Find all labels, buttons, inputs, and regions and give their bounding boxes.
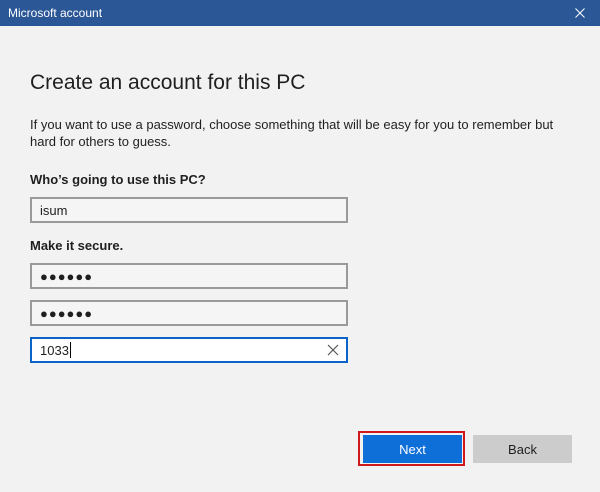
- username-field[interactable]: isum: [30, 197, 348, 223]
- text-caret: [69, 342, 71, 358]
- password-hint-value: 1033: [40, 342, 69, 358]
- microsoft-account-dialog: Microsoft account Create an account for …: [0, 0, 600, 492]
- username-value: isum: [40, 202, 68, 218]
- secure-label: Make it secure.: [30, 238, 124, 253]
- confirm-password-value: ●●●●●●: [40, 305, 94, 321]
- next-button[interactable]: Next: [363, 435, 462, 463]
- password-hint-field[interactable]: 1033: [30, 337, 348, 363]
- who-label: Who’s going to use this PC?: [30, 172, 206, 187]
- title-bar: Microsoft account: [0, 0, 600, 26]
- clear-icon[interactable]: [326, 343, 340, 357]
- back-button[interactable]: Back: [473, 435, 572, 463]
- page-title: Create an account for this PC: [30, 71, 306, 94]
- window-title: Microsoft account: [8, 6, 103, 20]
- close-button[interactable]: [560, 0, 600, 26]
- close-icon: [575, 8, 585, 18]
- confirm-password-field[interactable]: ●●●●●●: [30, 300, 348, 326]
- page-description: If you want to use a password, choose so…: [30, 117, 554, 149]
- password-field[interactable]: ●●●●●●: [30, 263, 348, 289]
- password-value: ●●●●●●: [40, 268, 94, 284]
